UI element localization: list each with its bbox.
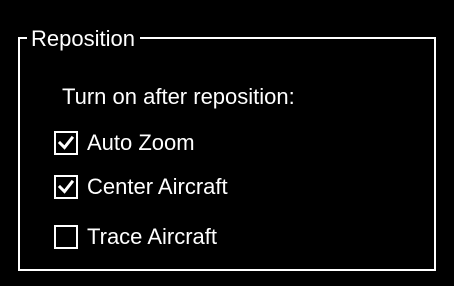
auto-zoom-option[interactable]: Auto Zoom: [54, 129, 195, 157]
checkmark-icon: [57, 135, 75, 150]
trace-aircraft-checkbox[interactable]: [54, 225, 78, 249]
groupbox-title: Reposition: [27, 26, 140, 52]
center-aircraft-label: Center Aircraft: [87, 174, 228, 199]
trace-aircraft-option[interactable]: Trace Aircraft: [54, 223, 217, 251]
auto-zoom-label: Auto Zoom: [87, 130, 195, 155]
center-aircraft-checkbox[interactable]: [54, 175, 78, 199]
turn-on-after-reposition-label: Turn on after reposition:: [62, 84, 295, 109]
trace-aircraft-label: Trace Aircraft: [87, 224, 217, 249]
auto-zoom-checkbox[interactable]: [54, 131, 78, 155]
center-aircraft-option[interactable]: Center Aircraft: [54, 173, 228, 201]
checkmark-icon: [57, 179, 75, 194]
